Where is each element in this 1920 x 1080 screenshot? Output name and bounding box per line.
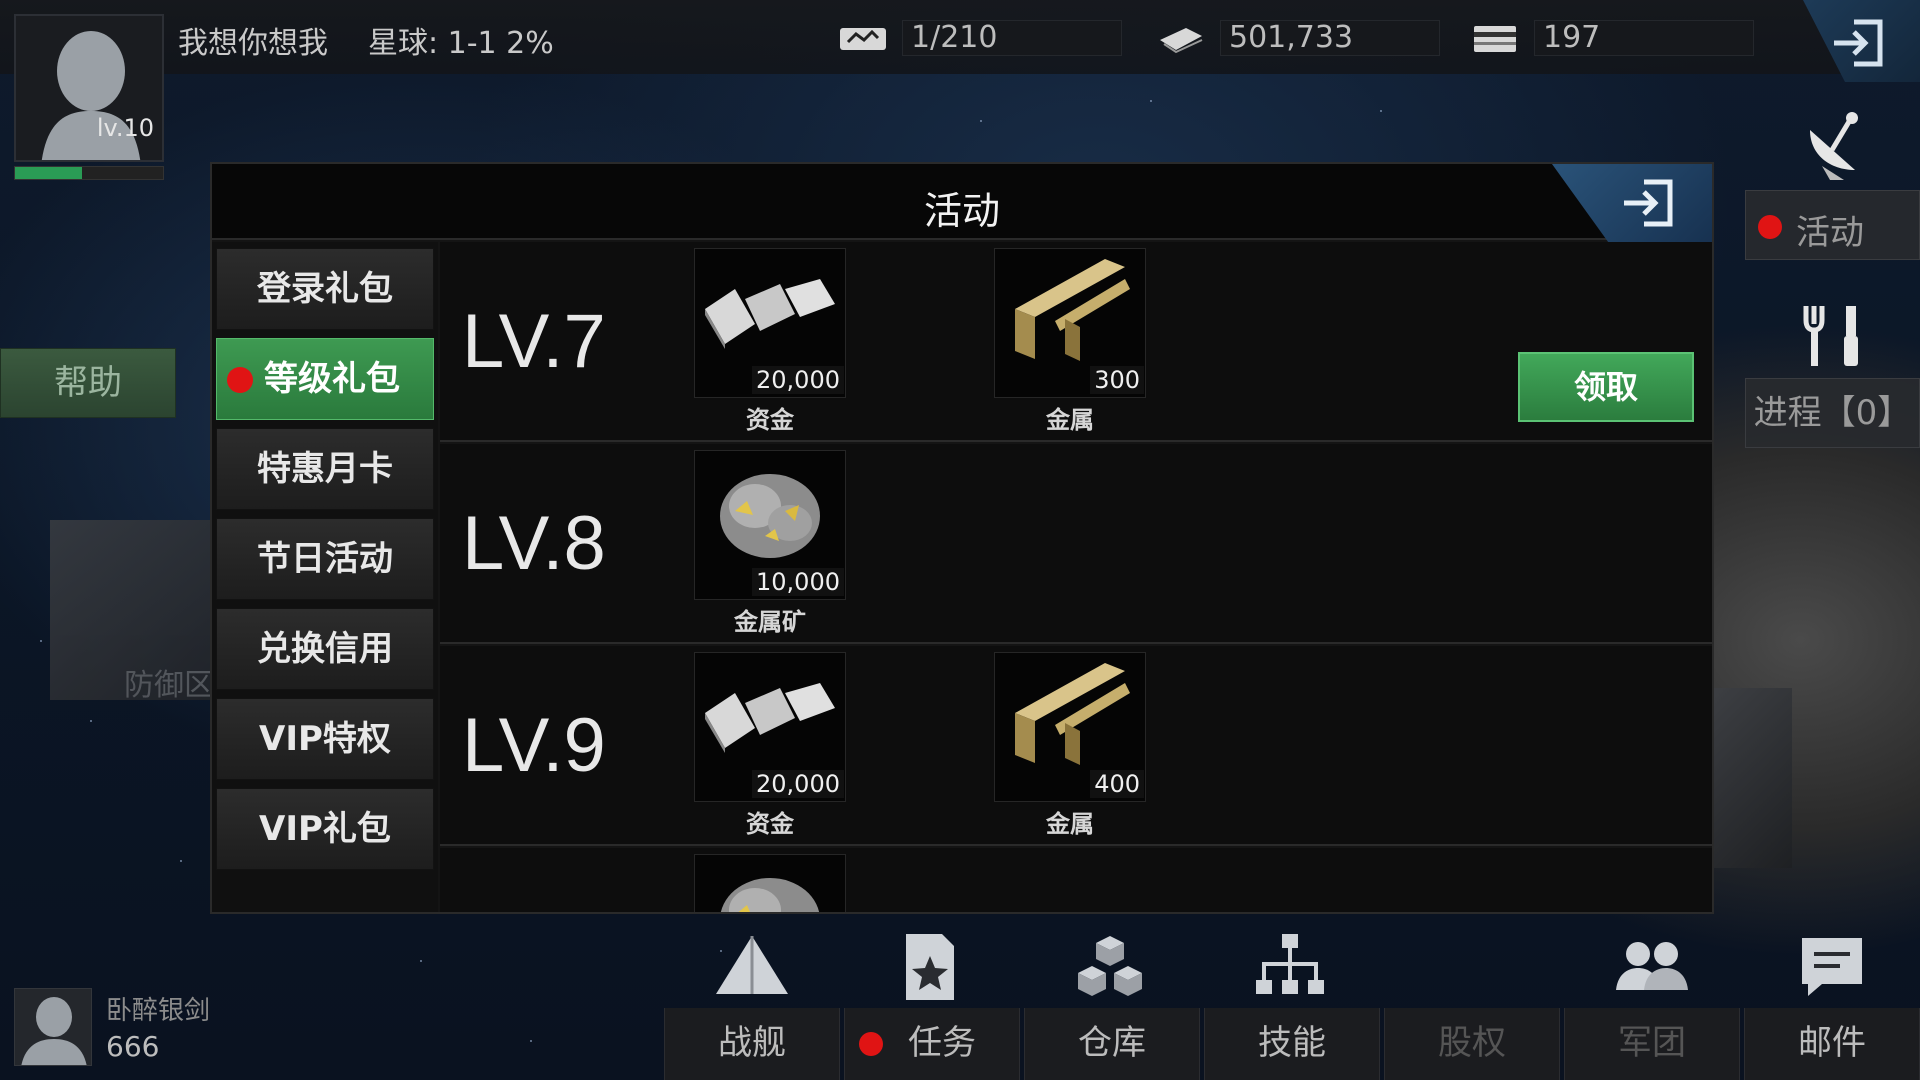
defense-panel[interactable]: 防御区	[50, 520, 220, 703]
cash-bundle-icon	[705, 683, 835, 753]
tab-vip-privilege[interactable]: VIP特权	[216, 698, 434, 780]
tab-redeem-credit[interactable]: 兑换信用	[216, 608, 434, 690]
activity-tabs: 登录礼包 等级礼包 特惠月卡 节日活动 兑换信用 VIP特权 VIP礼包	[212, 242, 438, 912]
metal-beam-icon	[1015, 663, 1130, 765]
reward-list[interactable]: LV.7 20,000 资金 300 金属 领取 LV.8 10,000 金属矿…	[440, 242, 1712, 912]
modal-header: 活动	[212, 164, 1712, 244]
mail-icon[interactable]	[1792, 932, 1872, 1002]
satellite-dish-icon[interactable]	[1800, 110, 1870, 180]
background-panel	[1712, 688, 1792, 868]
reward-level: LV.9	[462, 703, 606, 788]
avatar-silhouette-icon	[21, 997, 87, 1065]
nav-warship[interactable]: 战舰	[664, 1008, 840, 1080]
tab-vip-gift[interactable]: VIP礼包	[216, 788, 434, 870]
alert-dot	[1758, 215, 1782, 239]
reward-item[interactable]: 10,000 金属矿	[694, 450, 846, 636]
cash-icon	[1160, 28, 1203, 54]
ore-icon	[720, 878, 820, 912]
reward-level: LV.7	[462, 299, 606, 384]
cash-bundle-icon	[705, 279, 835, 349]
player-avatar[interactable]: lv.10	[14, 14, 164, 162]
exit-icon	[1834, 19, 1883, 67]
nav-mission[interactable]: 任务	[844, 1008, 1020, 1080]
player-level: lv.10	[96, 114, 154, 142]
tab-level-gift[interactable]: 等级礼包	[216, 338, 434, 420]
sidebar-progress-button[interactable]: 进程【0】	[1745, 378, 1920, 448]
nav-mail[interactable]: 邮件	[1744, 1008, 1920, 1080]
reward-item[interactable]: 20,000 资金	[694, 652, 846, 838]
tab-festival-event[interactable]: 节日活动	[216, 518, 434, 600]
warship-icon[interactable]	[712, 932, 792, 1002]
xp-progress-bar	[14, 166, 164, 180]
alert-dot	[227, 367, 253, 393]
tools-icon[interactable]	[1800, 300, 1870, 370]
help-button[interactable]: 帮助	[0, 348, 176, 418]
nav-skill[interactable]: 技能	[1204, 1008, 1380, 1080]
nav-equity[interactable]: 股权	[1384, 1008, 1560, 1080]
modal-title: 活动	[923, 189, 1000, 233]
reward-level: LV.8	[462, 501, 606, 586]
exit-icon	[1624, 179, 1673, 227]
reward-item[interactable]	[694, 854, 846, 912]
tab-monthly-card[interactable]: 特惠月卡	[216, 428, 434, 510]
sidebar-activity-button[interactable]: 活动	[1745, 190, 1920, 260]
tab-login-gift[interactable]: 登录礼包	[216, 248, 434, 330]
alert-dot	[859, 1032, 883, 1056]
friend-avatar[interactable]	[14, 988, 92, 1066]
ore-icon	[720, 474, 820, 558]
nav-legion[interactable]: 军团	[1564, 1008, 1740, 1080]
reward-item[interactable]: 300 金属	[994, 248, 1146, 434]
metal-beam-icon	[1015, 259, 1130, 361]
reward-row	[440, 848, 1712, 912]
activity-modal: 活动 登录礼包 等级礼包 特惠月卡 节日活动 兑换信用 VIP特权 VIP礼包 …	[210, 162, 1714, 914]
legion-icon[interactable]	[1612, 932, 1692, 1002]
reward-item[interactable]: 400 金属	[994, 652, 1146, 838]
friend-name: 卧醉银剑	[106, 996, 211, 1026]
player-name: 我想你想我	[178, 26, 328, 61]
skill-tree-icon[interactable]	[1250, 932, 1330, 1002]
claim-button[interactable]: 领取	[1518, 352, 1694, 422]
ship-count-icon	[840, 28, 886, 50]
nav-warehouse[interactable]: 仓库	[1024, 1008, 1200, 1080]
reward-item[interactable]: 20,000 资金	[694, 248, 846, 434]
friend-score: 666	[106, 1030, 160, 1063]
card-icon	[1474, 26, 1516, 52]
planet-info: 星球: 1-1 2%	[368, 26, 554, 61]
mission-icon[interactable]	[890, 932, 970, 1002]
reward-row: LV.9 20,000 资金 400 金属	[440, 646, 1712, 846]
reward-row: LV.8 10,000 金属矿	[440, 444, 1712, 644]
reward-row: LV.7 20,000 资金 300 金属 领取	[440, 242, 1712, 442]
warehouse-icon[interactable]	[1070, 932, 1150, 1002]
